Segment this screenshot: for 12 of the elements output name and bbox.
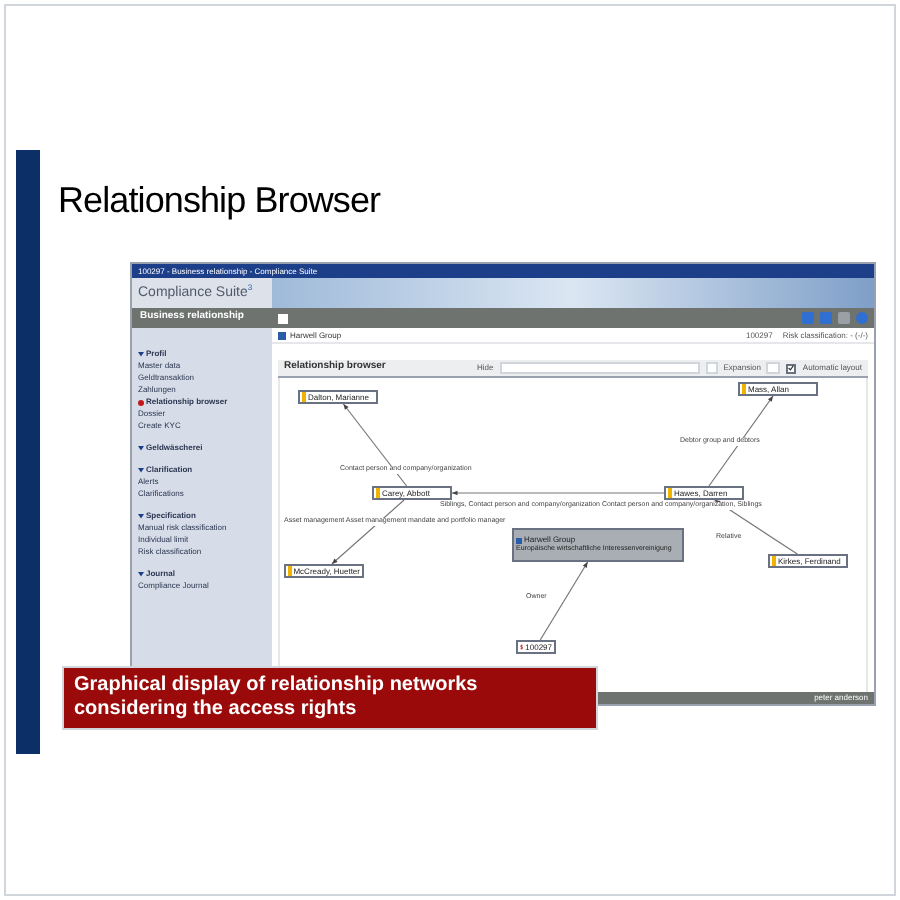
slide-title: Relationship Browser bbox=[58, 178, 381, 224]
company-icon bbox=[516, 537, 522, 544]
expand-triangle-icon[interactable] bbox=[138, 467, 144, 473]
expand-triangle-icon[interactable] bbox=[138, 351, 144, 357]
expand-triangle-icon[interactable] bbox=[138, 445, 144, 451]
caption: Graphical display of relationship networks considering the access rights bbox=[62, 666, 598, 730]
hide-field[interactable] bbox=[499, 362, 700, 374]
expand-triangle-icon[interactable] bbox=[138, 513, 144, 519]
automatic-layout-checkbox[interactable] bbox=[786, 363, 797, 373]
expand-triangle-icon[interactable] bbox=[138, 571, 144, 577]
company-icon bbox=[278, 331, 286, 339]
page-icon[interactable] bbox=[278, 313, 288, 323]
